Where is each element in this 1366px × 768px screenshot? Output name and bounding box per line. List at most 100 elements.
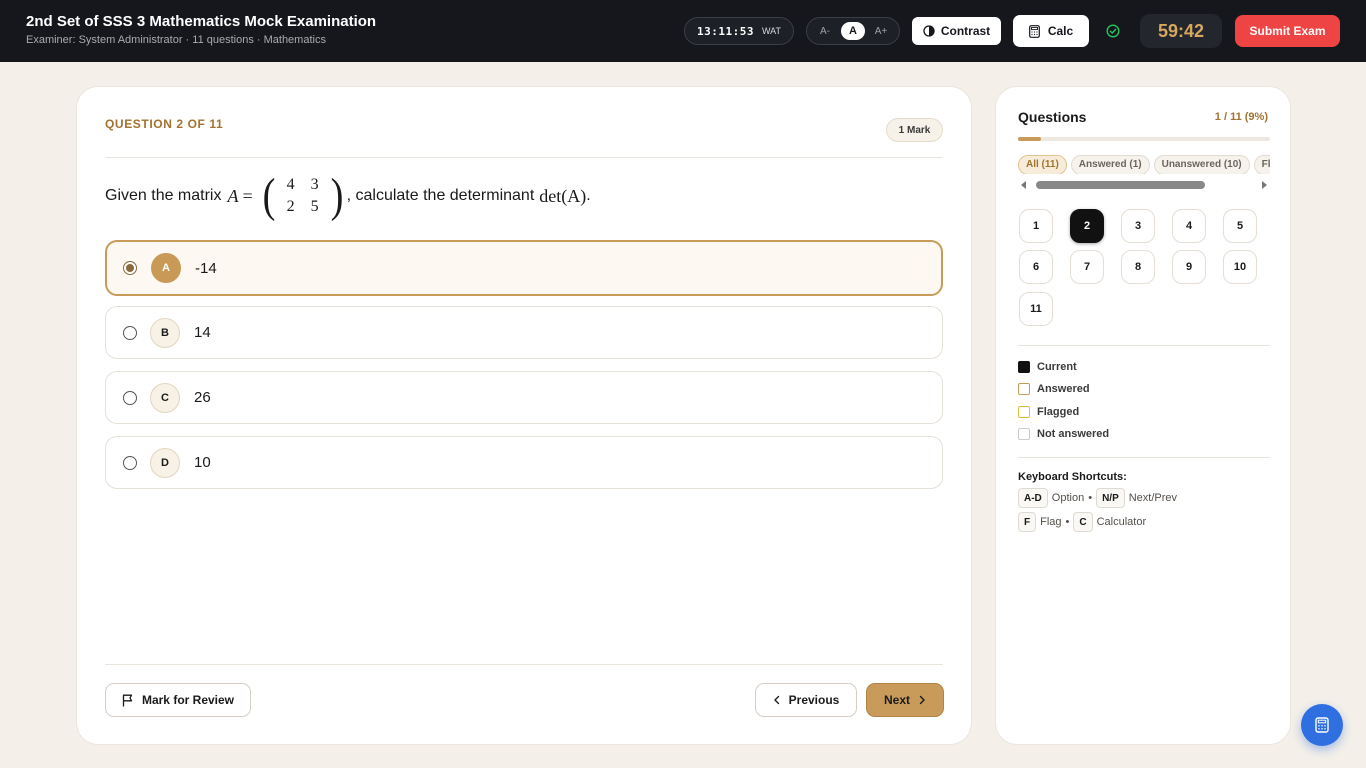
progress-bar xyxy=(1018,137,1270,141)
filter-unanswered[interactable]: Unanswered (10) xyxy=(1153,154,1250,174)
previous-button[interactable]: Previous xyxy=(755,683,857,717)
divider xyxy=(105,157,943,158)
option-b[interactable]: B 14 xyxy=(105,306,943,359)
calculator-label: Calc xyxy=(1047,24,1074,38)
legend-current: Current xyxy=(1018,360,1077,374)
question-number-11[interactable]: 11 xyxy=(1019,292,1053,326)
shortcut-key: F xyxy=(1018,512,1037,532)
question-number-6[interactable]: 6 xyxy=(1019,250,1053,284)
divider xyxy=(1018,457,1270,458)
legend-swatch xyxy=(1018,361,1030,373)
submit-exam-button[interactable]: Submit Exam xyxy=(1235,15,1340,47)
filter-flagged[interactable]: Flagged (0) xyxy=(1253,154,1270,174)
divider xyxy=(105,664,943,665)
question-number-9[interactable]: 9 xyxy=(1172,250,1206,284)
shortcut-row: A-D Option • N/P Next/Prev xyxy=(1018,488,1177,508)
font-size-controls: A- A A+ xyxy=(806,17,900,45)
matrix-cell: 4 xyxy=(286,176,295,193)
question-text: Given the matrix A = ( 4 3 2 5 ) , calcu… xyxy=(105,172,591,220)
option-d[interactable]: D 10 xyxy=(105,436,943,489)
matrix-grid: 4 3 2 5 xyxy=(279,176,327,216)
mark-for-review-button[interactable]: Mark for Review xyxy=(105,683,251,717)
legend-label: Flagged xyxy=(1037,406,1080,418)
shortcut-desc: Flag xyxy=(1040,516,1062,528)
matrix-cell: 3 xyxy=(310,176,319,193)
question-card: QUESTION 2 OF 11 1 Mark Given the matrix… xyxy=(76,86,972,745)
chevron-left-icon xyxy=(773,695,779,705)
clock-timezone: WAT xyxy=(761,26,781,36)
option-letter: C xyxy=(150,383,180,413)
contrast-label: Contrast xyxy=(940,24,991,38)
matrix-variable: A xyxy=(227,185,239,206)
question-number-3[interactable]: 3 xyxy=(1121,209,1155,243)
option-letter: D xyxy=(150,448,180,478)
progress-label: 1 / 11 (9%) xyxy=(1214,111,1268,123)
exam-title: 2nd Set of SSS 3 Mathematics Mock Examin… xyxy=(26,13,377,30)
legend-label: Answered xyxy=(1037,383,1090,395)
contrast-button[interactable]: Contrast xyxy=(912,17,1001,45)
chevron-right-icon xyxy=(919,695,925,705)
question-number-7[interactable]: 7 xyxy=(1070,250,1104,284)
question-number-8[interactable]: 8 xyxy=(1121,250,1155,284)
filter-all[interactable]: All (11) xyxy=(1018,154,1067,174)
option-c[interactable]: C 26 xyxy=(105,371,943,424)
question-number-5[interactable]: 5 xyxy=(1223,209,1257,243)
filter-tabs: All (11)Answered (1)Unanswered (10)Flagg… xyxy=(1018,154,1270,174)
scrollbar-thumb[interactable] xyxy=(1036,181,1205,189)
filter-scrollbar[interactable] xyxy=(1018,179,1270,191)
floating-calculator-button[interactable] xyxy=(1301,704,1343,746)
determinant-expression: det(A) xyxy=(539,185,587,206)
question-navigator: Questions 1 / 11 (9%) All (11) Answered (… xyxy=(995,86,1291,745)
legend-label: Not answered xyxy=(1037,428,1110,440)
question-number-10[interactable]: 10 xyxy=(1223,250,1257,284)
calculator-icon xyxy=(1315,717,1329,733)
scroll-left-arrow-icon[interactable] xyxy=(1021,181,1026,189)
legend-swatch xyxy=(1018,383,1030,395)
clock: 13:11:53 WAT xyxy=(684,17,794,45)
question-counter: QUESTION 2 OF 11 xyxy=(105,117,224,131)
next-button[interactable]: Next xyxy=(866,683,944,717)
clock-time: 13:11:53 xyxy=(697,24,754,38)
matrix: ( 4 3 2 5 ) xyxy=(261,172,345,220)
previous-label: Previous xyxy=(788,693,840,707)
progress-fill xyxy=(1018,137,1041,141)
shortcut-key: A-D xyxy=(1018,488,1048,508)
option-text: 14 xyxy=(194,324,211,341)
legend-flagged: Flagged xyxy=(1018,405,1079,419)
question-text-before: Given the matrix xyxy=(105,187,222,204)
shortcut-desc: Next/Prev xyxy=(1128,492,1178,504)
question-number-4[interactable]: 4 xyxy=(1172,209,1206,243)
option-radio[interactable] xyxy=(123,456,137,470)
shortcut-separator: • xyxy=(1065,516,1070,528)
legend-answered: Answered xyxy=(1018,382,1090,396)
matrix-cell: 2 xyxy=(286,198,295,215)
option-radio[interactable] xyxy=(123,326,137,340)
shortcut-key: C xyxy=(1073,512,1093,532)
equals-sign: = xyxy=(242,185,253,206)
font-decrease-button[interactable]: A- xyxy=(813,22,837,40)
option-letter: B xyxy=(150,318,180,348)
option-text: 10 xyxy=(194,454,211,471)
navigator-title: Questions xyxy=(1018,109,1087,125)
question-number-1[interactable]: 1 xyxy=(1019,209,1053,243)
saved-check-icon xyxy=(1106,24,1120,38)
question-number-2[interactable]: 2 xyxy=(1070,209,1104,243)
scroll-right-arrow-icon[interactable] xyxy=(1262,181,1267,189)
question-text-middle: , calculate the determinant xyxy=(346,187,535,204)
option-letter: A xyxy=(151,253,181,283)
option-radio[interactable] xyxy=(123,391,137,405)
font-normal-button[interactable]: A xyxy=(841,22,865,40)
calculator-icon xyxy=(1028,24,1040,38)
filter-answered[interactable]: Answered (1) xyxy=(1070,154,1150,174)
option-a[interactable]: A -14 xyxy=(105,240,943,296)
shortcut-key: N/P xyxy=(1096,488,1125,508)
font-increase-button[interactable]: A+ xyxy=(869,22,893,40)
contrast-icon xyxy=(923,25,935,37)
option-radio[interactable] xyxy=(123,261,137,275)
calculator-button[interactable]: Calc xyxy=(1013,15,1089,47)
legend-swatch xyxy=(1018,406,1030,418)
exam-header: 2nd Set of SSS 3 Mathematics Mock Examin… xyxy=(0,0,1366,62)
countdown-timer: 59:42 xyxy=(1140,14,1222,48)
divider xyxy=(1018,345,1270,346)
exam-subtitle: Examiner: System Administrator · 11 ques… xyxy=(26,34,326,46)
